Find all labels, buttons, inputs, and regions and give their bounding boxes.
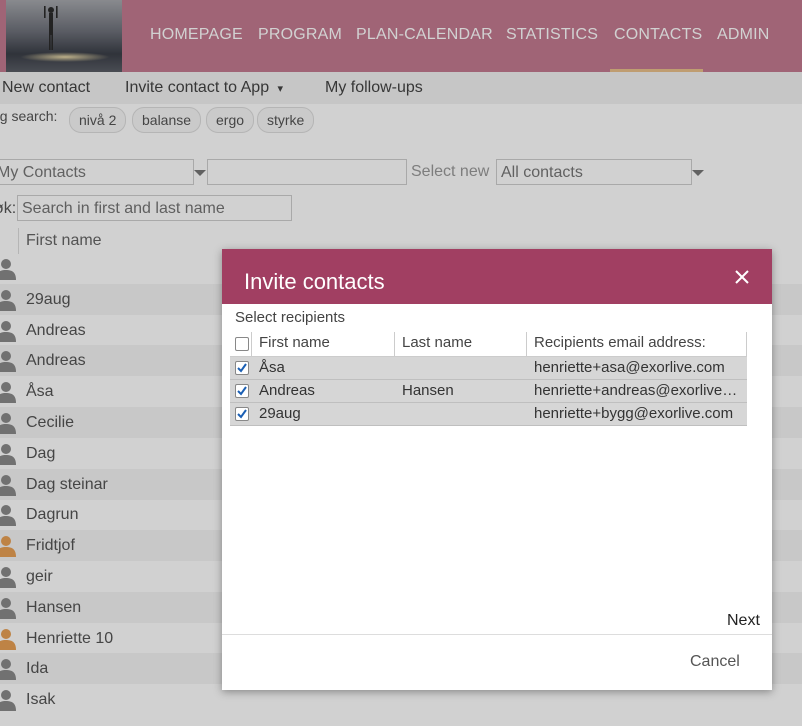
recipient-row[interactable]: Åsa henriette+asa@exorlive.com — [230, 357, 747, 380]
dialog-divider — [222, 634, 772, 635]
recipient-last-name: Hansen — [402, 382, 454, 399]
column-divider — [526, 332, 527, 356]
recipient-first-name: Andreas — [259, 382, 315, 399]
email-header[interactable]: Recipients email address: — [534, 334, 706, 351]
checkmark-icon — [237, 386, 247, 396]
recipient-first-name: 29aug — [259, 405, 301, 422]
recipient-checkbox[interactable] — [235, 407, 249, 421]
cancel-button[interactable]: Cancel — [690, 653, 740, 671]
checkmark-icon — [237, 363, 247, 373]
dialog-header: Invite contacts — [222, 249, 772, 304]
recipient-email: henriette+bygg@exorlive.com — [534, 405, 734, 422]
checkmark-icon — [237, 409, 247, 419]
close-icon[interactable] — [732, 267, 752, 287]
next-button[interactable]: Next — [727, 612, 760, 630]
column-divider — [394, 332, 395, 356]
dialog-title: Invite contacts — [244, 269, 385, 294]
recipient-first-name: Åsa — [259, 359, 285, 376]
recipient-checkbox[interactable] — [235, 361, 249, 375]
select-recipients-label: Select recipients — [235, 309, 346, 326]
recipient-row[interactable]: Andreas Hansen henriette+andreas@exorlive… — [230, 380, 747, 403]
first-name-header[interactable]: First name — [259, 334, 330, 351]
column-divider — [251, 332, 252, 356]
recipient-email: henriette+andreas@exorlive… — [534, 382, 738, 399]
recipients-grid-header: First name Last name Recipients email ad… — [230, 331, 747, 357]
select-all-checkbox[interactable] — [235, 337, 249, 351]
last-name-header[interactable]: Last name — [402, 334, 472, 351]
recipient-checkbox[interactable] — [235, 384, 249, 398]
recipient-row[interactable]: 29aug henriette+bygg@exorlive.com — [230, 403, 747, 426]
invite-contacts-dialog: Invite contacts Select recipients First … — [222, 249, 772, 690]
recipient-email: henriette+asa@exorlive.com — [534, 359, 725, 376]
column-divider — [746, 332, 747, 356]
